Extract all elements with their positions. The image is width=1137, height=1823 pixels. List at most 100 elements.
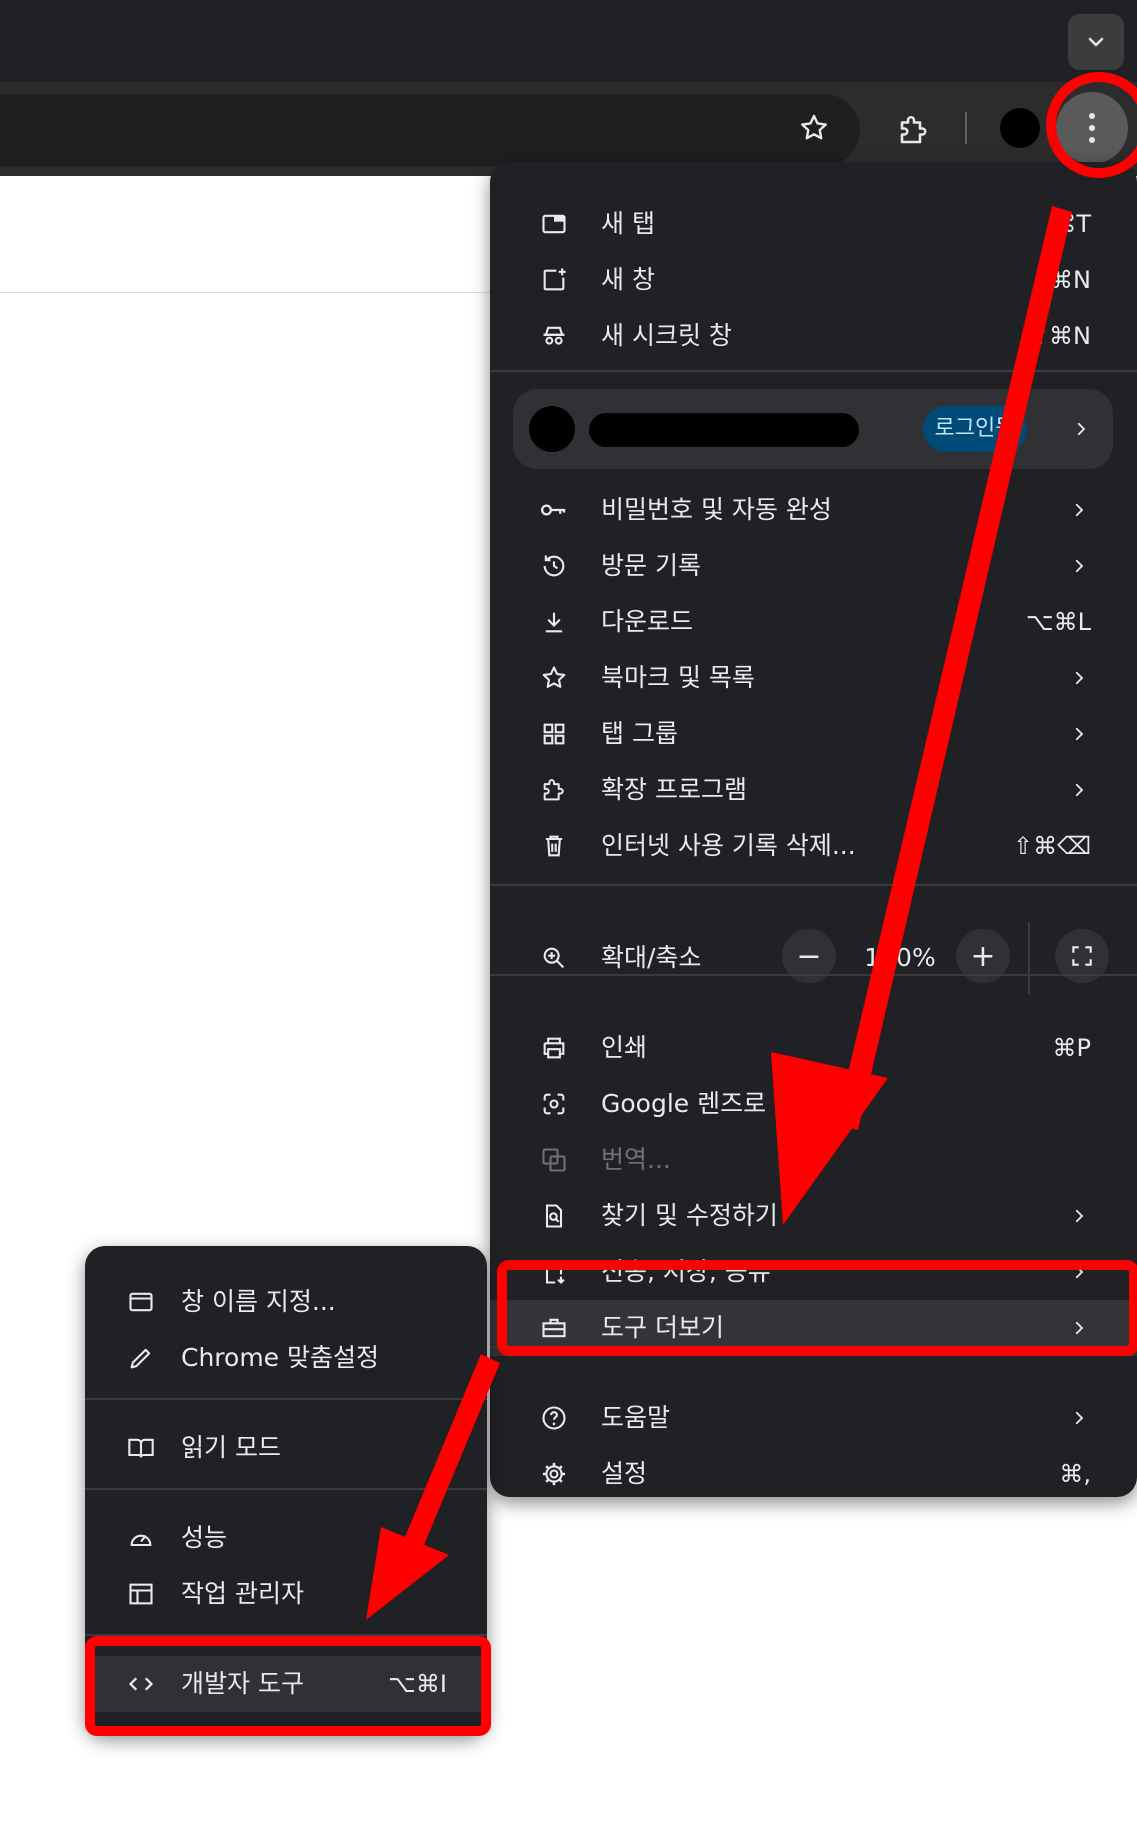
tab-search-button[interactable] (1068, 14, 1124, 70)
pencil-icon (125, 1342, 157, 1374)
profile-card[interactable]: 로그인됨 (513, 389, 1113, 469)
shortcut-text: ⌘T (1052, 210, 1091, 238)
puzzle-icon (896, 112, 932, 148)
menu-item-task-manager[interactable]: 작업 관리자 (85, 1566, 487, 1622)
menu-item-clear-browsing-data[interactable]: 인터넷 사용 기록 삭제... ⇧⌘⌫ (490, 818, 1137, 874)
menu-divider (85, 1488, 487, 1490)
menu-item-label: 다운로드 (601, 607, 694, 636)
toolbar-divider (965, 112, 967, 144)
chevron-right-icon (1065, 776, 1093, 804)
annotation-box-developer-tools (85, 1636, 491, 1736)
menu-item-reading-mode[interactable]: 읽기 모드 (85, 1420, 487, 1476)
menu-item-extensions[interactable]: 확장 프로그램 (490, 762, 1137, 818)
zoom-level: 100% (864, 943, 936, 972)
menu-item-label: 확장 프로그램 (601, 775, 747, 804)
shortcut-text: ⌘N (1049, 266, 1091, 294)
star-icon (538, 662, 570, 694)
menu-divider (85, 1398, 487, 1400)
zoom-icon (538, 942, 570, 974)
history-icon (538, 550, 570, 582)
menu-item-bookmarks[interactable]: 북마크 및 목록 (490, 650, 1137, 706)
menu-item-new-window[interactable]: 새 창 ⌘N (490, 252, 1137, 308)
menu-item-label: 작업 관리자 (181, 1579, 304, 1608)
menu-item-label: 도움말 (601, 1403, 671, 1432)
menu-item-history[interactable]: 방문 기록 (490, 538, 1137, 594)
menu-item-label: 찾기 및 수정하기 (601, 1201, 778, 1230)
menu-item-label: 성능 (181, 1523, 228, 1552)
bookmark-star-button[interactable] (790, 104, 838, 152)
chevron-right-icon (1065, 552, 1093, 580)
menu-item-label: 인터넷 사용 기록 삭제... (601, 831, 856, 860)
menu-item-passwords[interactable]: 비밀번호 및 자동 완성 (490, 482, 1137, 538)
menu-item-label: 번역... (601, 1145, 671, 1174)
download-icon (538, 606, 570, 638)
menu-item-label: 새 시크릿 창 (601, 321, 732, 350)
trash-icon (538, 830, 570, 862)
shortcut-text: ⇧⌘⌫ (1012, 832, 1091, 860)
chevron-down-icon (1084, 30, 1108, 54)
chevron-right-icon (1065, 496, 1093, 524)
shortcut-text: ⌥⌘L (1025, 608, 1091, 636)
shortcut-text: ⌘, (1059, 1460, 1091, 1488)
menu-item-label: 설정 (601, 1459, 648, 1488)
menu-item-downloads[interactable]: 다운로드 ⌥⌘L (490, 594, 1137, 650)
sign-in-badge: 로그인됨 (923, 406, 1027, 452)
menu-item-settings[interactable]: 설정 ⌘, (490, 1446, 1137, 1502)
menu-item-label: 읽기 모드 (181, 1433, 281, 1462)
menu-item-label: Google 렌즈로 (601, 1089, 767, 1118)
lens-icon (538, 1088, 570, 1120)
title-bar (0, 0, 1137, 82)
address-bar[interactable] (0, 94, 860, 166)
menu-item-new-tab[interactable]: 새 탭 ⌘T (490, 196, 1137, 252)
printer-icon (538, 1032, 570, 1064)
grid-icon (538, 718, 570, 750)
profile-name-redacted (589, 413, 859, 447)
menu-item-tab-groups[interactable]: 탭 그룹 (490, 706, 1137, 762)
new-window-icon (538, 264, 570, 296)
menu-item-google-lens[interactable]: Google 렌즈로 (490, 1076, 1137, 1132)
chevron-right-icon (1065, 720, 1093, 748)
menu-item-help[interactable]: 도움말 (490, 1390, 1137, 1446)
zoom-divider (1028, 922, 1030, 994)
menu-item-label: 탭 그룹 (601, 719, 678, 748)
help-icon (538, 1402, 570, 1434)
annotation-box-more-tools (497, 1260, 1137, 1356)
menu-divider (490, 884, 1137, 886)
chevron-right-icon (1065, 1404, 1093, 1432)
menu-item-customize-chrome[interactable]: Chrome 맞춤설정 (85, 1330, 487, 1386)
menu-item-find-edit[interactable]: 찾기 및 수정하기 (490, 1188, 1137, 1244)
shortcut-text: ⌘P (1052, 1034, 1091, 1062)
incognito-icon (538, 320, 570, 352)
menu-item-label: 확대/축소 (601, 943, 702, 972)
avatar (529, 406, 575, 452)
menu-item-label: Chrome 맞춤설정 (181, 1343, 380, 1372)
profile-avatar-button[interactable] (1000, 108, 1040, 148)
menu-divider (490, 974, 1137, 976)
menu-item-print[interactable]: 인쇄 ⌘P (490, 1020, 1137, 1076)
chevron-right-icon (1065, 664, 1093, 692)
star-icon (798, 112, 830, 144)
shortcut-text: ⇧⌘N (1028, 322, 1091, 350)
translate-icon (538, 1144, 570, 1176)
chevron-right-icon (1067, 415, 1095, 443)
menu-divider (490, 370, 1137, 372)
page-divider (0, 292, 490, 293)
key-icon (538, 494, 570, 526)
find-page-icon (538, 1200, 570, 1232)
menu-item-label: 새 창 (601, 265, 655, 294)
new-tab-icon (538, 208, 570, 240)
menu-item-incognito[interactable]: 새 시크릿 창 ⇧⌘N (490, 308, 1137, 364)
task-manager-icon (125, 1578, 157, 1610)
window-icon (125, 1286, 157, 1318)
extensions-button[interactable] (888, 104, 940, 156)
menu-item-label: 비밀번호 및 자동 완성 (601, 495, 832, 524)
menu-item-name-window[interactable]: 창 이름 지정... (85, 1274, 487, 1330)
chevron-right-icon (1065, 1202, 1093, 1230)
menu-item-translate: 번역... (490, 1132, 1137, 1188)
menu-item-label: 새 탭 (601, 209, 655, 238)
menu-item-performance[interactable]: 성능 (85, 1510, 487, 1566)
puzzle-icon (538, 774, 570, 806)
speedometer-icon (125, 1522, 157, 1554)
menu-item-label: 북마크 및 목록 (601, 663, 755, 692)
fullscreen-icon (1069, 943, 1095, 969)
